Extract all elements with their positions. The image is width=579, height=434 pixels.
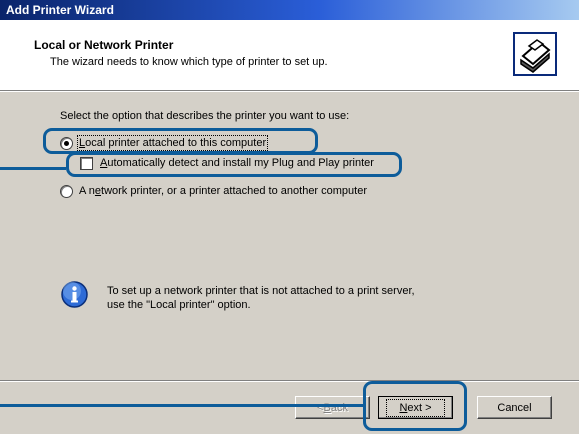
network-printer-label[interactable]: A network printer, or a printer attached… bbox=[79, 185, 367, 197]
callout-leader-line bbox=[0, 404, 363, 407]
page-title: Local or Network Printer bbox=[34, 38, 174, 52]
network-printer-label-text: twork printer, or a printer attached to … bbox=[101, 185, 368, 197]
title-bar[interactable]: Add Printer Wizard bbox=[0, 0, 579, 20]
page-subtitle: The wizard needs to know which type of p… bbox=[50, 56, 328, 68]
cancel-button[interactable]: Cancel bbox=[477, 396, 552, 419]
back-button[interactable]: < Back bbox=[295, 396, 370, 419]
network-printer-radio[interactable] bbox=[60, 184, 73, 198]
info-text: To set up a network printer that is not … bbox=[107, 284, 415, 312]
wizard-header: Local or Network Printer The wizard need… bbox=[0, 20, 579, 90]
window-title: Add Printer Wizard bbox=[6, 3, 114, 17]
cancel-button-label: Cancel bbox=[497, 401, 532, 414]
option-prompt: Select the option that describes the pri… bbox=[60, 110, 350, 122]
network-printer-prefix: A n bbox=[79, 185, 95, 197]
printer-icon bbox=[513, 32, 557, 76]
info-icon bbox=[61, 281, 88, 308]
local-option-callout bbox=[43, 128, 318, 154]
next-button-callout bbox=[363, 381, 467, 431]
callout-leader-line bbox=[0, 167, 66, 170]
info-line-1: To set up a network printer that is not … bbox=[107, 285, 415, 297]
auto-detect-callout bbox=[66, 152, 402, 177]
info-line-2: use the "Local printer" option. bbox=[107, 299, 251, 311]
network-printer-option[interactable]: A network printer, or a printer attached… bbox=[60, 183, 367, 199]
